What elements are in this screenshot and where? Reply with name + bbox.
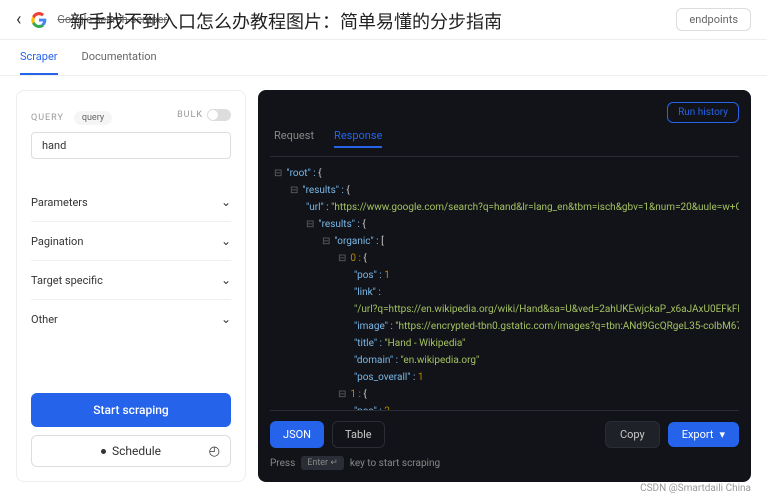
dot-icon	[101, 449, 106, 454]
tab-request[interactable]: Request	[274, 129, 314, 148]
json-viewer[interactable]: ⊟"root" : { ⊟"results" : { "url" : "http…	[270, 157, 739, 410]
accordion-target-specific[interactable]: Target specific⌄	[31, 260, 231, 299]
endpoints-button[interactable]: endpoints	[676, 8, 751, 31]
overlay-title: 新手找不到入口怎么办教程图片：简单易懂的分步指南	[70, 8, 502, 34]
copy-button[interactable]: Copy	[605, 421, 660, 448]
query-input[interactable]	[31, 132, 231, 159]
json-format-button[interactable]: JSON	[270, 421, 324, 448]
panel-footer: Start scraping Schedule◴	[31, 393, 231, 467]
response-footer: JSON Table Copy Export▾	[270, 410, 739, 448]
watermark: CSDN @Smartdaili China	[640, 483, 751, 494]
enter-key-badge: Enter ↵	[301, 456, 344, 470]
run-history-button[interactable]: Run history	[667, 102, 739, 123]
main-content: QUERY query BULK Parameters⌄ Pagination⌄…	[0, 76, 767, 496]
accordion-other[interactable]: Other⌄	[31, 299, 231, 338]
table-format-button[interactable]: Table	[332, 421, 385, 448]
tab-documentation[interactable]: Documentation	[82, 50, 157, 75]
schedule-button[interactable]: Schedule◴	[31, 435, 231, 467]
bulk-toggle[interactable]	[207, 109, 231, 121]
query-label: QUERY	[31, 113, 64, 123]
back-arrow-icon[interactable]: ‹	[16, 9, 21, 30]
google-icon	[31, 12, 47, 28]
start-scraping-button[interactable]: Start scraping	[31, 393, 231, 427]
tab-scraper[interactable]: Scraper	[20, 50, 58, 75]
chevron-down-icon: ⌄	[221, 312, 231, 326]
accordion-pagination[interactable]: Pagination⌄	[31, 221, 231, 260]
main-tabs: Scraper Documentation	[0, 40, 767, 76]
response-tabs: Request Response	[270, 129, 739, 157]
accordion-list: Parameters⌄ Pagination⌄ Target specific⌄…	[31, 183, 231, 338]
query-row: QUERY query BULK	[31, 105, 231, 124]
chevron-down-icon: ▾	[719, 428, 725, 441]
clock-icon: ◴	[209, 444, 220, 459]
query-pill: query	[74, 111, 112, 125]
export-button[interactable]: Export▾	[668, 422, 739, 447]
bulk-label: BULK	[177, 110, 203, 120]
chevron-down-icon: ⌄	[221, 273, 231, 287]
left-panel: QUERY query BULK Parameters⌄ Pagination⌄…	[16, 90, 246, 482]
keyboard-hint: Press Enter ↵ key to start scraping	[270, 456, 739, 470]
chevron-down-icon: ⌄	[221, 234, 231, 248]
chevron-down-icon: ⌄	[221, 195, 231, 209]
tab-response[interactable]: Response	[334, 129, 382, 148]
accordion-parameters[interactable]: Parameters⌄	[31, 183, 231, 221]
right-panel: Run history Request Response ⊟"root" : {…	[258, 90, 751, 482]
